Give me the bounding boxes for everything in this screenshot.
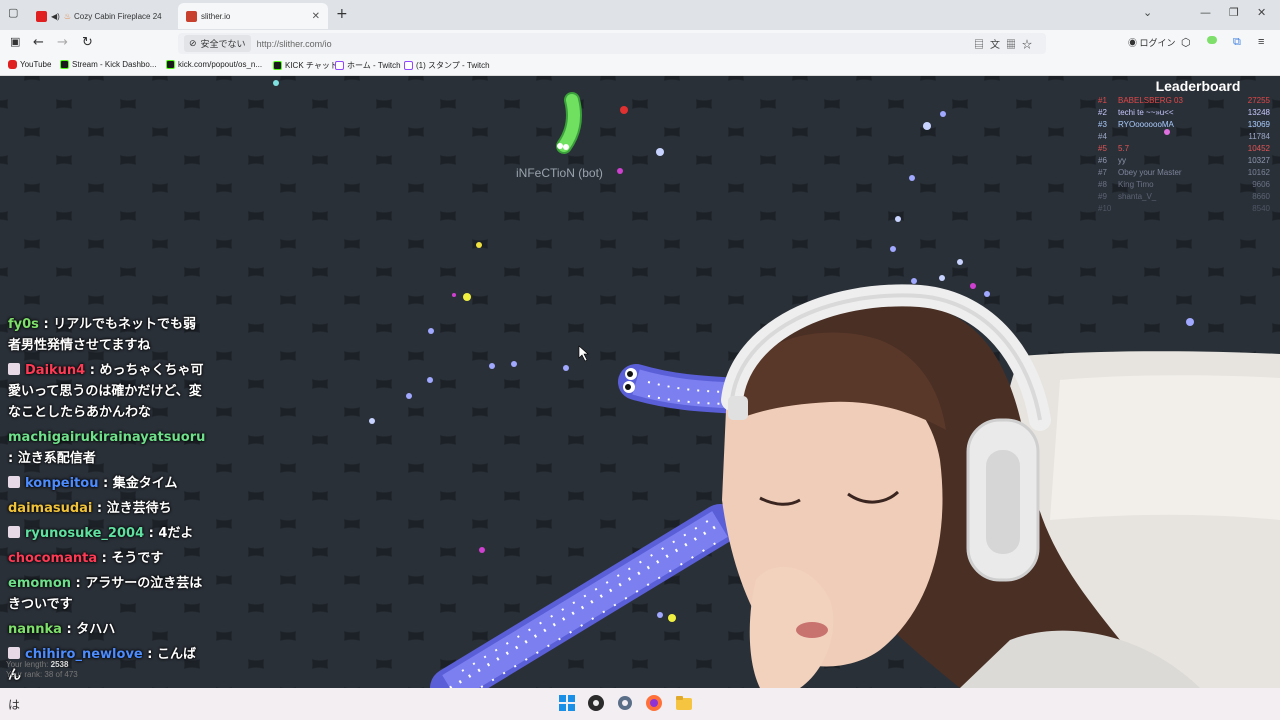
chat-message: nannka : タハハ [8, 619, 208, 640]
chat-separator: : [144, 526, 159, 541]
chat-text: タハハ [76, 622, 116, 637]
chat-separator: : [85, 363, 100, 378]
chat-message: daimasudai : 泣き芸待ち [8, 498, 208, 519]
obs-icon[interactable] [587, 694, 605, 712]
chat-username[interactable]: machigairukirainayatsuoru [8, 430, 205, 445]
taskbar: は [0, 688, 1280, 720]
chat-separator: : [8, 451, 18, 466]
chair-cushion [1050, 375, 1280, 520]
chat-message: fy0s : リアルでもネットでも弱者男性発情させてますね [8, 314, 208, 356]
chat-separator: : [92, 501, 107, 516]
your-length-value: 2538 [50, 660, 69, 669]
mouth [796, 622, 828, 638]
chat-username[interactable]: ryunosuke_2004 [25, 526, 144, 541]
settings-gear-icon[interactable] [616, 694, 634, 712]
chat-username[interactable]: daimasudai [8, 501, 92, 516]
your-rank: Your rank: 38 of 473 [6, 670, 78, 679]
chat-username[interactable]: fy0s [8, 317, 39, 332]
firefox-icon[interactable] [645, 694, 663, 712]
score-info: Your length: 2538 Your rank: 38 of 473 [6, 660, 78, 680]
chat-text: 泣き芸待ち [106, 501, 172, 516]
chat-overlay: fy0s : リアルでもネットでも弱者男性発情させてますね Daikun4 : め… [8, 314, 208, 690]
chat-text: 4だよ [158, 526, 194, 541]
chat-message: machigairukirainayatsuoru : 泣き系配信者 [8, 427, 208, 469]
chat-separator: : [38, 317, 54, 332]
windows-start-icon[interactable] [558, 694, 576, 712]
chat-text: そうです [111, 551, 164, 566]
headphone-cup-inner [986, 450, 1020, 554]
chat-message: emomon : アラサーの泣き芸はきついです [8, 573, 208, 615]
chat-username[interactable]: chocomanta [8, 551, 97, 566]
chat-separator: : [98, 476, 113, 491]
chat-username[interactable]: konpeitou [25, 476, 98, 491]
chat-text: 泣き系配信者 [17, 451, 96, 466]
chat-message: ryunosuke_2004 : 4だよ [8, 523, 208, 544]
chat-badge-icon [8, 476, 20, 488]
chat-username[interactable]: emomon [8, 576, 71, 591]
chat-separator: : [97, 551, 112, 566]
chat-username[interactable]: Daikun4 [25, 363, 85, 378]
chat-message: konpeitou : 集金タイム [8, 473, 208, 494]
chat-message: chocomanta : そうです [8, 548, 208, 569]
headphone-hinge [728, 396, 748, 420]
chat-separator: : [71, 576, 86, 591]
chat-badge-icon [8, 647, 20, 659]
chat-separator: : [142, 647, 157, 662]
chat-separator: : [61, 622, 77, 637]
chat-username[interactable]: nannka [8, 622, 62, 637]
chat-message: Daikun4 : めっちゃくちゃ可愛いって思うのは確かだけど、変なことしたらあ… [8, 360, 208, 423]
screen: ▢ ◀) ♨ Cozy Cabin Fireplace 24 slither.i… [0, 0, 1280, 720]
your-length-label: Your length: [6, 660, 49, 669]
chat-text: 集金タイム [112, 476, 178, 491]
chat-badge-icon [8, 363, 20, 375]
ime-indicator[interactable]: は [8, 696, 20, 713]
chat-badge-icon [8, 526, 20, 538]
file-explorer-icon[interactable] [675, 694, 693, 712]
